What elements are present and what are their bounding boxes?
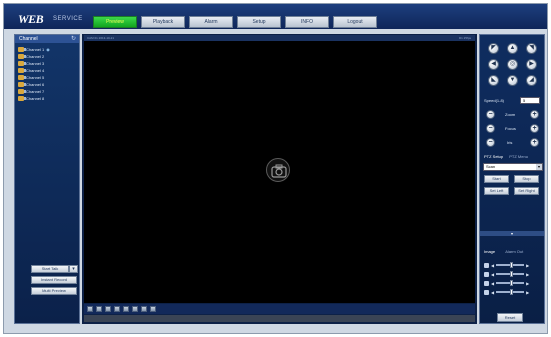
top-bar: WEB SERVICE Preview Playback Alarm Setup… [4,4,547,29]
ptz-right-icon[interactable]: ▶ [526,59,537,70]
snapshot-icon[interactable] [132,306,138,312]
start-talk-button[interactable]: Start Talk [31,265,69,273]
channel-item[interactable]: Channel 1 ◉ [18,46,50,53]
start-button[interactable]: Start [484,175,509,183]
zoom-label: Zoom [505,112,516,117]
iris-open-icon[interactable]: + [530,138,539,147]
video-toolbar [84,304,475,314]
contrast-slider[interactable]: ◀ ▶ [484,271,542,277]
focus-in-icon[interactable]: + [530,124,539,133]
slider-knob[interactable] [510,280,514,286]
set-left-button[interactable]: Set Left [484,187,509,195]
logo: WEB [18,12,44,26]
logo-subtitle: SERVICE [53,16,83,22]
ptz-tabs: PTZ Setup PTZ Menu [484,154,528,159]
window-16-icon[interactable] [114,306,120,312]
ptz-down-icon[interactable]: ▼ [507,75,518,86]
video-window[interactable] [84,41,475,303]
channel-item[interactable]: Channel 3 [18,60,50,67]
channel-sidebar: Channel ↻ Channel 1 ◉ Channel 2 Channel 3… [14,34,80,324]
record-icon[interactable] [141,306,147,312]
tab-logout[interactable]: Logout [333,16,377,28]
set-right-button[interactable]: Set Right [514,187,539,195]
channel-item[interactable]: Channel 2 [18,53,50,60]
stop-button[interactable]: Stop [514,175,539,183]
window-9-icon[interactable] [105,306,111,312]
channel-item[interactable]: Channel 7 [18,88,50,95]
camera-icon [18,47,26,52]
tab-image[interactable]: Image [484,249,495,254]
camera-icon [18,96,26,101]
tab-ptz-menu[interactable]: PTZ Menu [509,154,528,159]
camera-icon [18,68,26,73]
tab-setup[interactable]: Setup [237,16,281,28]
refresh-icon[interactable]: ↻ [71,35,76,43]
ptz-panel: ◤ ▲ ◥ ◀ ◎ ▶ ◣ ▼ ◢ Speed(1-8) 5 − Zoom + … [479,34,545,324]
speed-select[interactable]: 5 [520,97,540,104]
camera-icon [18,82,26,87]
ptz-up-left-icon[interactable]: ◤ [488,43,499,54]
speed-label: Speed(1-8) [484,98,505,103]
fullscreen-icon[interactable] [123,306,129,312]
zoom-in-icon[interactable]: + [530,110,539,119]
channel-header: Channel ↻ [15,35,79,43]
multi-preview-button[interactable]: Multi Preview [31,287,77,295]
slider-knob[interactable] [510,262,514,268]
camera-icon [18,75,26,80]
main-nav: Preview Playback Alarm Setup INFO Logout [93,16,377,28]
brightness-icon [484,262,489,268]
window-4-icon[interactable] [96,306,102,312]
video-title: CAM 01 2013-10-21 [87,36,115,40]
tab-ptz-setup[interactable]: PTZ Setup [484,154,503,159]
saturation-icon [484,280,489,286]
iris-close-icon[interactable]: − [486,138,495,147]
channel-item[interactable]: Channel 5 [18,74,50,81]
window-1-icon[interactable] [87,306,93,312]
chevron-down-icon: ▾ [536,164,542,170]
video-status-bar [84,315,475,322]
tab-alarm[interactable]: Alarm [189,16,233,28]
zoom-out-icon[interactable]: − [486,110,495,119]
ptz-auto-icon[interactable]: ◎ [507,59,518,70]
audio-icon[interactable] [150,306,156,312]
tab-info[interactable]: INFO [285,16,329,28]
channel-item[interactable]: Channel 8 [18,95,50,102]
channel-item[interactable]: Channel 6 [18,81,50,88]
camera-icon [18,54,26,59]
focus-label: Focus [505,126,516,131]
ptz-left-icon[interactable]: ◀ [488,59,499,70]
slider-knob[interactable] [510,289,514,295]
panel-collapse-handle[interactable]: ▾ [480,231,544,236]
talk-dropdown[interactable]: ▾ [69,265,78,273]
channel-header-label: Channel [19,36,38,42]
ptz-up-icon[interactable]: ▲ [507,43,518,54]
hue-icon [484,289,489,295]
focus-out-icon[interactable]: − [486,124,495,133]
camera-icon [18,61,26,66]
image-tabs: Image Alarm Out [484,249,523,254]
reset-button[interactable]: Reset [497,313,523,322]
channel-list: Channel 1 ◉ Channel 2 Channel 3 Channel 4… [18,46,50,102]
ptz-up-right-icon[interactable]: ◥ [526,43,537,54]
brightness-slider[interactable]: ◀ ▶ [484,262,542,268]
channel-item[interactable]: Channel 4 [18,67,50,74]
video-panel: CAM 01 2013-10-21 D1 25fps [82,34,477,324]
iris-label: Iris [507,140,513,145]
tab-alarm-out[interactable]: Alarm Out [505,249,523,254]
contrast-icon [484,271,489,277]
tab-preview[interactable]: Preview [93,16,137,28]
ptz-mode-select[interactable]: Scan ▾ [483,163,543,171]
ptz-down-left-icon[interactable]: ◣ [488,75,499,86]
camera-icon [18,89,26,94]
saturation-slider[interactable]: ◀ ▶ [484,280,542,286]
record-icon: ◉ [46,47,50,52]
tab-playback[interactable]: Playback [141,16,185,28]
camera-icon [266,158,290,182]
instant-record-button[interactable]: Instant Record [31,276,77,284]
hue-slider[interactable]: ◀ ▶ [484,289,542,295]
ptz-down-right-icon[interactable]: ◢ [526,75,537,86]
slider-knob[interactable] [510,271,514,277]
